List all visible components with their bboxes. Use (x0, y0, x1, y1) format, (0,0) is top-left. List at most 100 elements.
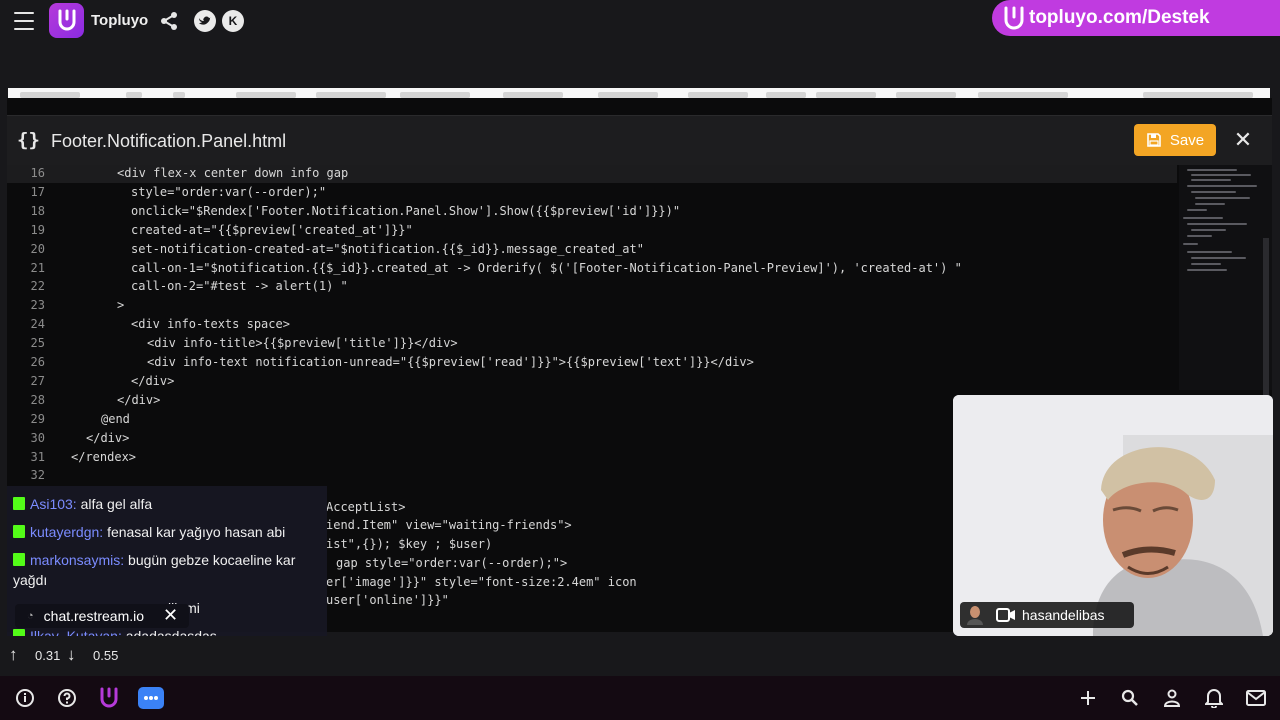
code-line: gap style="order:var(--order);"> (336, 556, 568, 570)
code-text: </rendex> (71, 449, 137, 464)
camera-icon (996, 607, 1016, 623)
code-line[interactable]: 19 created-at="{{$preview['created_at']}}… (7, 221, 1177, 240)
line-number: 32 (30, 468, 45, 483)
kick-letter: K (228, 14, 238, 28)
code-line[interactable]: 22 call-on-2="#test -> alert(1) " (7, 277, 1177, 296)
save-label: Save (1169, 131, 1205, 149)
code-line[interactable]: 16 <div flex-x center down info gap (7, 165, 1177, 183)
webcam-overlay: hasandelibas (953, 395, 1273, 636)
chat-message: kutayerdgn: fenasal kar yağıyo hasan abi (13, 522, 323, 542)
code-line[interactable]: 20 set-notification-created-at="$notifica… (7, 240, 1177, 259)
promo-text: topluyo.com/Destek (1029, 7, 1210, 28)
restream-icon: ◔ (27, 610, 34, 622)
line-number: 20 (30, 241, 45, 256)
arrow-down-icon: ↓ (67, 645, 76, 664)
top-bar: Topluyo K topluyo.com/Destek (0, 0, 1280, 42)
chat-source-label: chat.restream.io (43, 608, 145, 624)
kick-icon[interactable]: K (222, 10, 244, 32)
code-line[interactable]: 25 <div info-title>{{$preview['title']}}<… (7, 334, 1177, 353)
line-number: 21 (30, 260, 45, 275)
code-text: <div flex-x center down info gap (117, 166, 349, 180)
code-line[interactable]: 27 </div> (7, 372, 1177, 391)
code-line[interactable]: 23 > (7, 296, 1177, 315)
share-icon[interactable] (158, 10, 180, 32)
promo-banner[interactable]: topluyo.com/Destek (992, 0, 1280, 36)
minimap[interactable] (1179, 165, 1272, 390)
line-number: 26 (30, 355, 45, 369)
code-line: user['online']}}" (326, 593, 449, 607)
code-text: <div info-texts space> (131, 317, 290, 332)
help-icon[interactable] (55, 686, 79, 710)
code-text: style="order:var(--order);" (131, 184, 327, 199)
line-number: 18 (30, 203, 45, 218)
line-number: 17 (30, 184, 45, 199)
chat-message: markonsaymis: bugün gebze kocaeline kar … (13, 550, 323, 590)
code-text: </div> (131, 373, 175, 388)
editor-scrollbar[interactable] (1263, 238, 1269, 398)
kick-badge-icon (13, 629, 25, 636)
code-line[interactable]: 18 onclick="$Rendex['Footer.Notification.… (7, 202, 1177, 221)
code-text: <div info-text notification-unread="{{$p… (147, 355, 754, 369)
chat-text: fenasal kar yağıyo hasan abi (107, 524, 286, 540)
status-bar: ↑ 0.31 ↓ 0.55 (0, 636, 1280, 676)
code-line[interactable]: 17 style="order:var(--order);" (7, 183, 1177, 202)
line-number: 22 (30, 279, 45, 294)
info-icon[interactable] (13, 686, 37, 710)
webcam-username: hasandelibas (1022, 607, 1105, 623)
line-number: 27 (30, 373, 45, 388)
topluyo-promo-icon (1000, 4, 1028, 32)
close-button[interactable]: ✕ (1231, 128, 1255, 152)
chat-username: Asi103: (30, 496, 77, 512)
topluyo-icon[interactable] (97, 686, 121, 710)
line-number: 23 (30, 298, 45, 313)
line-number: 31 (30, 449, 45, 464)
close-icon[interactable]: ✕ (163, 605, 178, 626)
code-line[interactable]: 24 <div info-texts space> (7, 315, 1177, 334)
code-line[interactable]: 26 <div info-text notification-unread="{{… (7, 353, 1177, 372)
chat-icon[interactable] (138, 687, 164, 709)
line-number: 24 (30, 317, 45, 332)
plus-icon[interactable] (1076, 686, 1100, 710)
kick-badge-icon (13, 553, 25, 566)
brand-name[interactable]: Topluyo (91, 12, 148, 29)
twitter-icon[interactable] (194, 10, 216, 32)
line-number: 19 (30, 222, 45, 237)
code-text: set-notification-created-at="$notificati… (131, 241, 644, 256)
line-number: 28 (30, 392, 45, 407)
save-icon (1147, 133, 1161, 147)
chat-overlay: Asi103: alfa gel alfa kutayerdgn: fenasa… (7, 486, 327, 636)
code-line: AcceptList> (326, 500, 406, 514)
topluyo-logo[interactable] (49, 3, 84, 38)
editor-header: {} Footer.Notification.Panel.html Save ✕ (7, 115, 1272, 165)
search-icon[interactable] (1118, 686, 1142, 710)
streamer-video (953, 395, 1273, 636)
download-value: 0.55 (93, 648, 119, 663)
user-icon[interactable] (1160, 686, 1184, 710)
code-text: created-at="{{$preview['created_at']}}" (131, 222, 413, 237)
streamer-avatar-icon (966, 605, 984, 625)
bottom-bar (0, 676, 1280, 720)
bell-icon[interactable] (1202, 686, 1226, 710)
code-line[interactable]: 21 call-on-1="$notification.{{$_id}}.crea… (7, 259, 1177, 278)
kick-badge-icon (13, 525, 25, 538)
code-continuation: AcceptList> iend.Item" view="waiting-fri… (320, 495, 960, 615)
code-text: call-on-1="$notification.{{$_id}}.create… (131, 260, 962, 275)
chat-source-pill: ◔ chat.restream.io ✕ (15, 604, 189, 628)
chat-username: Ilkay_Kutayan: (30, 628, 122, 636)
code-text: onclick="$Rendex['Footer.Notification.Pa… (131, 203, 681, 218)
webcam-label: hasandelibas (960, 602, 1134, 628)
arrow-up-icon: ↑ (9, 645, 18, 664)
upload-value: 0.31 (35, 648, 61, 663)
chat-text: alfa gel alfa (80, 496, 153, 512)
line-number: 29 (30, 411, 45, 426)
chat-username: kutayerdgn: (30, 524, 104, 540)
chat-text: adadasdasdas (125, 628, 217, 636)
save-button[interactable]: Save (1134, 124, 1216, 156)
code-line: ist",{}); $key ; $user) (326, 537, 493, 551)
line-number: 16 (30, 166, 45, 180)
line-number: 25 (30, 336, 45, 351)
hamburger-icon[interactable] (14, 12, 34, 30)
code-line: er['image']}}" style="font-size:2.4em" i… (326, 575, 637, 589)
mail-icon[interactable] (1244, 686, 1268, 710)
kick-badge-icon (13, 497, 25, 510)
